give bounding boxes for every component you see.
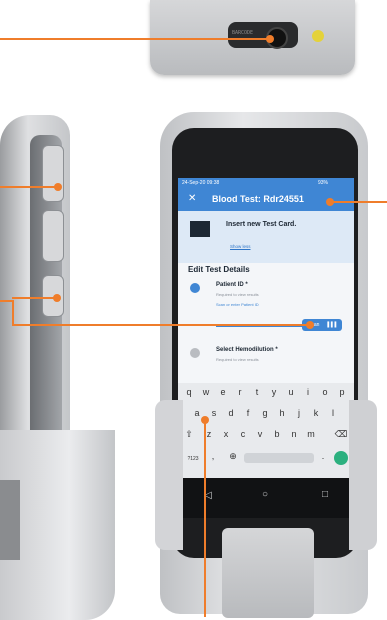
callout-line-appbar [330, 201, 387, 203]
callout-dot-appbar [326, 198, 334, 206]
callout-dot-scanner [266, 35, 274, 43]
key-m[interactable]: m [304, 429, 318, 439]
key-p[interactable]: p [335, 387, 349, 397]
step-subtitle-hemodilution: Required to view results [216, 357, 259, 362]
key-o[interactable]: o [318, 387, 332, 397]
battery-level: 93% [318, 180, 329, 186]
callout-line-scan-bracket [12, 300, 14, 326]
banner-title: Insert new Test Card. [226, 221, 297, 228]
globe-icon[interactable]: ⊕ [226, 451, 240, 462]
cradle-right-wall [349, 400, 377, 550]
side-button-middle[interactable] [42, 210, 64, 262]
key-h[interactable]: h [275, 408, 289, 418]
key-j[interactable]: j [292, 408, 306, 418]
show-less-link[interactable]: Show less [230, 244, 251, 249]
cradle-connector [0, 480, 20, 560]
callout-line-scan-top [12, 297, 57, 299]
key-u[interactable]: u [284, 387, 298, 397]
key-k[interactable]: k [309, 408, 323, 418]
cradle-left-wall [155, 400, 183, 550]
key-w[interactable]: w [199, 387, 213, 397]
recent-apps-icon[interactable]: □ [322, 489, 328, 500]
key-g[interactable]: g [258, 408, 272, 418]
callout-dot-keyboard [201, 416, 209, 424]
callout-line-keyboard [204, 420, 206, 617]
callout-line-scan-bottom [12, 324, 312, 326]
status-bar: 24-Sep-20 09:38 93% [178, 178, 354, 189]
key-comma[interactable]: , [206, 451, 220, 461]
step-title-hemodilution: Select Hemodilution * [216, 347, 278, 353]
step-pending-icon [190, 348, 200, 358]
space-key[interactable] [244, 453, 314, 463]
key-x[interactable]: x [219, 429, 233, 439]
key-i[interactable]: i [301, 387, 315, 397]
key-r[interactable]: r [233, 387, 247, 397]
patient-id-input[interactable] [216, 326, 304, 327]
scanner-window-text: BARCODE [232, 30, 254, 36]
side-button-upper[interactable] [42, 145, 64, 202]
shift-icon[interactable]: ⇧ [182, 429, 196, 440]
key-n[interactable]: n [287, 429, 301, 439]
cradle-foot [222, 528, 314, 618]
callout-line-side-button [0, 186, 58, 188]
enter-key-icon[interactable] [334, 451, 348, 465]
key-symbols[interactable]: ?123 [186, 456, 200, 462]
key-q[interactable]: q [182, 387, 196, 397]
callout-dot-side-scan [53, 294, 61, 302]
key-s[interactable]: s [207, 408, 221, 418]
section-title: Edit Test Details [188, 265, 250, 274]
key-c[interactable]: c [236, 429, 250, 439]
step-title-patient-id: Patient ID * [216, 282, 248, 288]
insert-card-banner: Insert new Test Card. Show less [178, 211, 354, 263]
page-title: Blood Test: Rdr24551 [212, 194, 304, 204]
key-b[interactable]: b [270, 429, 284, 439]
key-period[interactable]: . [316, 451, 330, 461]
key-t[interactable]: t [250, 387, 264, 397]
step-subtitle-patient-id: Required to view results [216, 292, 259, 297]
key-d[interactable]: d [224, 408, 238, 418]
step-active-icon [190, 283, 200, 293]
key-y[interactable]: y [267, 387, 281, 397]
barcode-icon: ▌▌▌ [327, 322, 338, 328]
key-f[interactable]: f [241, 408, 255, 418]
home-icon[interactable]: ○ [262, 489, 268, 500]
patient-id-hint: Scan or enter Patient ID [216, 302, 259, 307]
key-e[interactable]: e [216, 387, 230, 397]
callout-dot-side-button [54, 183, 62, 191]
callout-line-scanner [0, 38, 270, 40]
key-l[interactable]: l [326, 408, 340, 418]
scanner-led-icon [312, 30, 324, 42]
test-card-icon [190, 221, 210, 237]
key-v[interactable]: v [253, 429, 267, 439]
close-icon[interactable]: ✕ [188, 193, 196, 204]
callout-dot-screen-scan [306, 321, 314, 329]
status-date: 24-Sep-20 09:38 [182, 180, 220, 186]
backspace-icon[interactable]: ⌫ [334, 429, 348, 440]
